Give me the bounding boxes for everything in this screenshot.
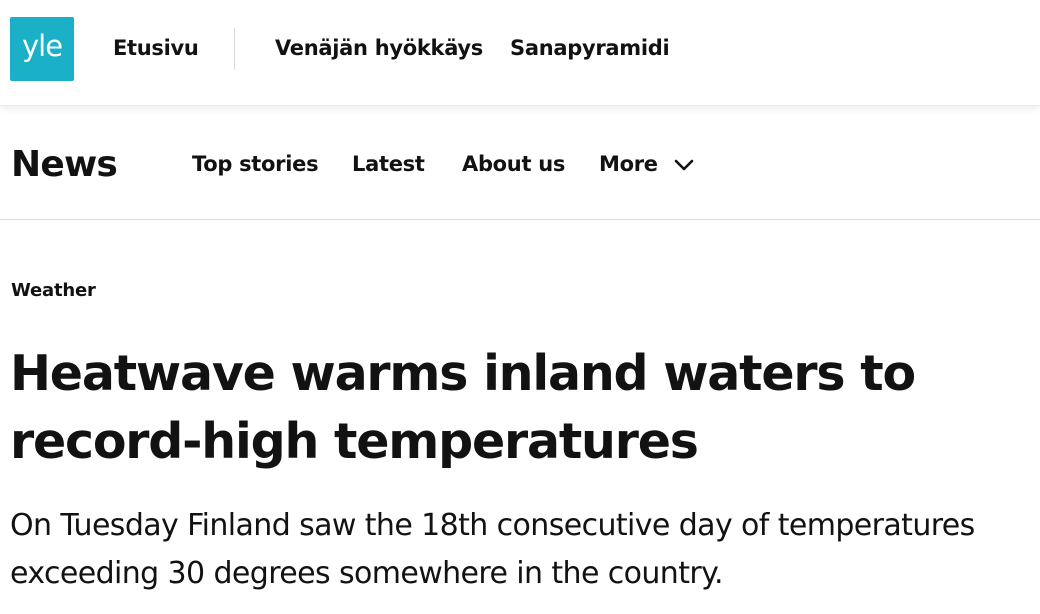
more-label: More bbox=[599, 152, 658, 176]
article-lead: On Tuesday Finland saw the 18th consecut… bbox=[10, 508, 975, 591]
nav-link-venajan-hyokkays[interactable]: Venäjän hyökkäys bbox=[275, 36, 483, 60]
article-headline: Heatwave warms inland waters to record-h… bbox=[10, 345, 916, 470]
nav-divider bbox=[234, 28, 235, 70]
site-header: yle Etusivu Venäjän hyökkäys Sanapyramid… bbox=[0, 0, 1040, 106]
tab-latest[interactable]: Latest bbox=[352, 152, 425, 176]
section-nav: News Top stories Latest About us More bbox=[0, 107, 1040, 220]
nav-link-etusivu[interactable]: Etusivu bbox=[113, 36, 199, 60]
more-menu-button[interactable]: More bbox=[599, 152, 694, 176]
tab-top-stories[interactable]: Top stories bbox=[192, 152, 319, 176]
chevron-down-icon bbox=[674, 159, 694, 171]
tab-about-us[interactable]: About us bbox=[462, 152, 565, 176]
yle-logo[interactable]: yle bbox=[10, 17, 74, 81]
nav-link-sanapyramidi[interactable]: Sanapyramidi bbox=[510, 36, 670, 60]
section-title[interactable]: News bbox=[11, 144, 118, 185]
article-category[interactable]: Weather bbox=[11, 280, 96, 301]
